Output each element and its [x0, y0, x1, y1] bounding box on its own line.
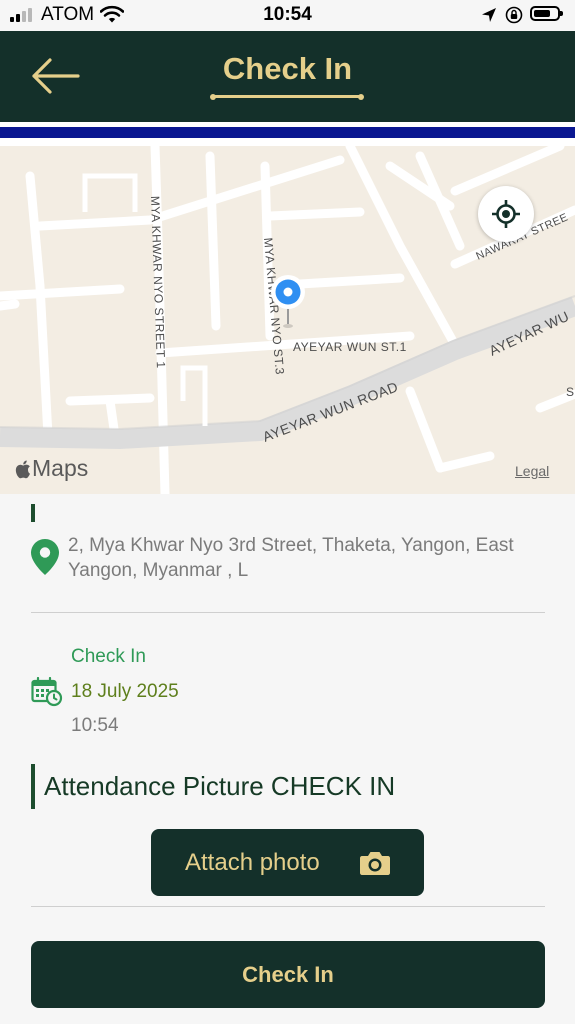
title-underline: [210, 93, 364, 100]
status-bar: ATOM 10:54: [0, 0, 575, 31]
header-stripe: [0, 127, 575, 138]
attendance-section-title: Attendance Picture CHECK IN: [44, 771, 396, 801]
page-title: Check In: [222, 51, 353, 86]
divider: [31, 906, 545, 907]
location-pin-icon: [30, 538, 60, 581]
header-divider-lower: [0, 138, 575, 146]
location-arrow-icon: [481, 7, 497, 28]
attach-photo-label: Attach photo: [185, 849, 320, 876]
street-label: MYA KHWAR NYO STREET 1: [148, 196, 168, 369]
attach-photo-button[interactable]: Attach photo: [151, 829, 424, 896]
section-accent: [31, 764, 35, 809]
camera-icon: [359, 850, 391, 881]
checkin-status-label: Check In: [71, 646, 146, 667]
checkin-date: 18 July 2025: [71, 681, 179, 702]
battery-icon: [530, 6, 563, 21]
divider: [31, 612, 545, 613]
maps-label: Maps: [32, 455, 89, 481]
section-accent: [31, 504, 35, 522]
check-in-button[interactable]: Check In: [31, 941, 545, 1008]
orientation-lock-icon: [505, 6, 523, 29]
street-label: AYEYAR WUN ROAD: [260, 378, 400, 445]
calendar-clock-icon: [31, 676, 63, 712]
checkin-time: 10:54: [71, 715, 119, 736]
legal-link[interactable]: Legal: [515, 463, 549, 479]
maps-attribution: Maps: [14, 455, 88, 482]
app-header: Check In: [0, 31, 575, 122]
crosshair-icon: [492, 200, 520, 228]
street-label: AYEYAR WUN ST.1: [293, 340, 407, 354]
street-label: S: [566, 385, 575, 399]
recenter-button[interactable]: [478, 186, 534, 242]
address-text: 2, Mya Khwar Nyo 3rd Street, Thaketa, Ya…: [68, 535, 514, 581]
apple-logo-icon: [15, 460, 30, 478]
check-in-button-label: Check In: [242, 962, 334, 987]
